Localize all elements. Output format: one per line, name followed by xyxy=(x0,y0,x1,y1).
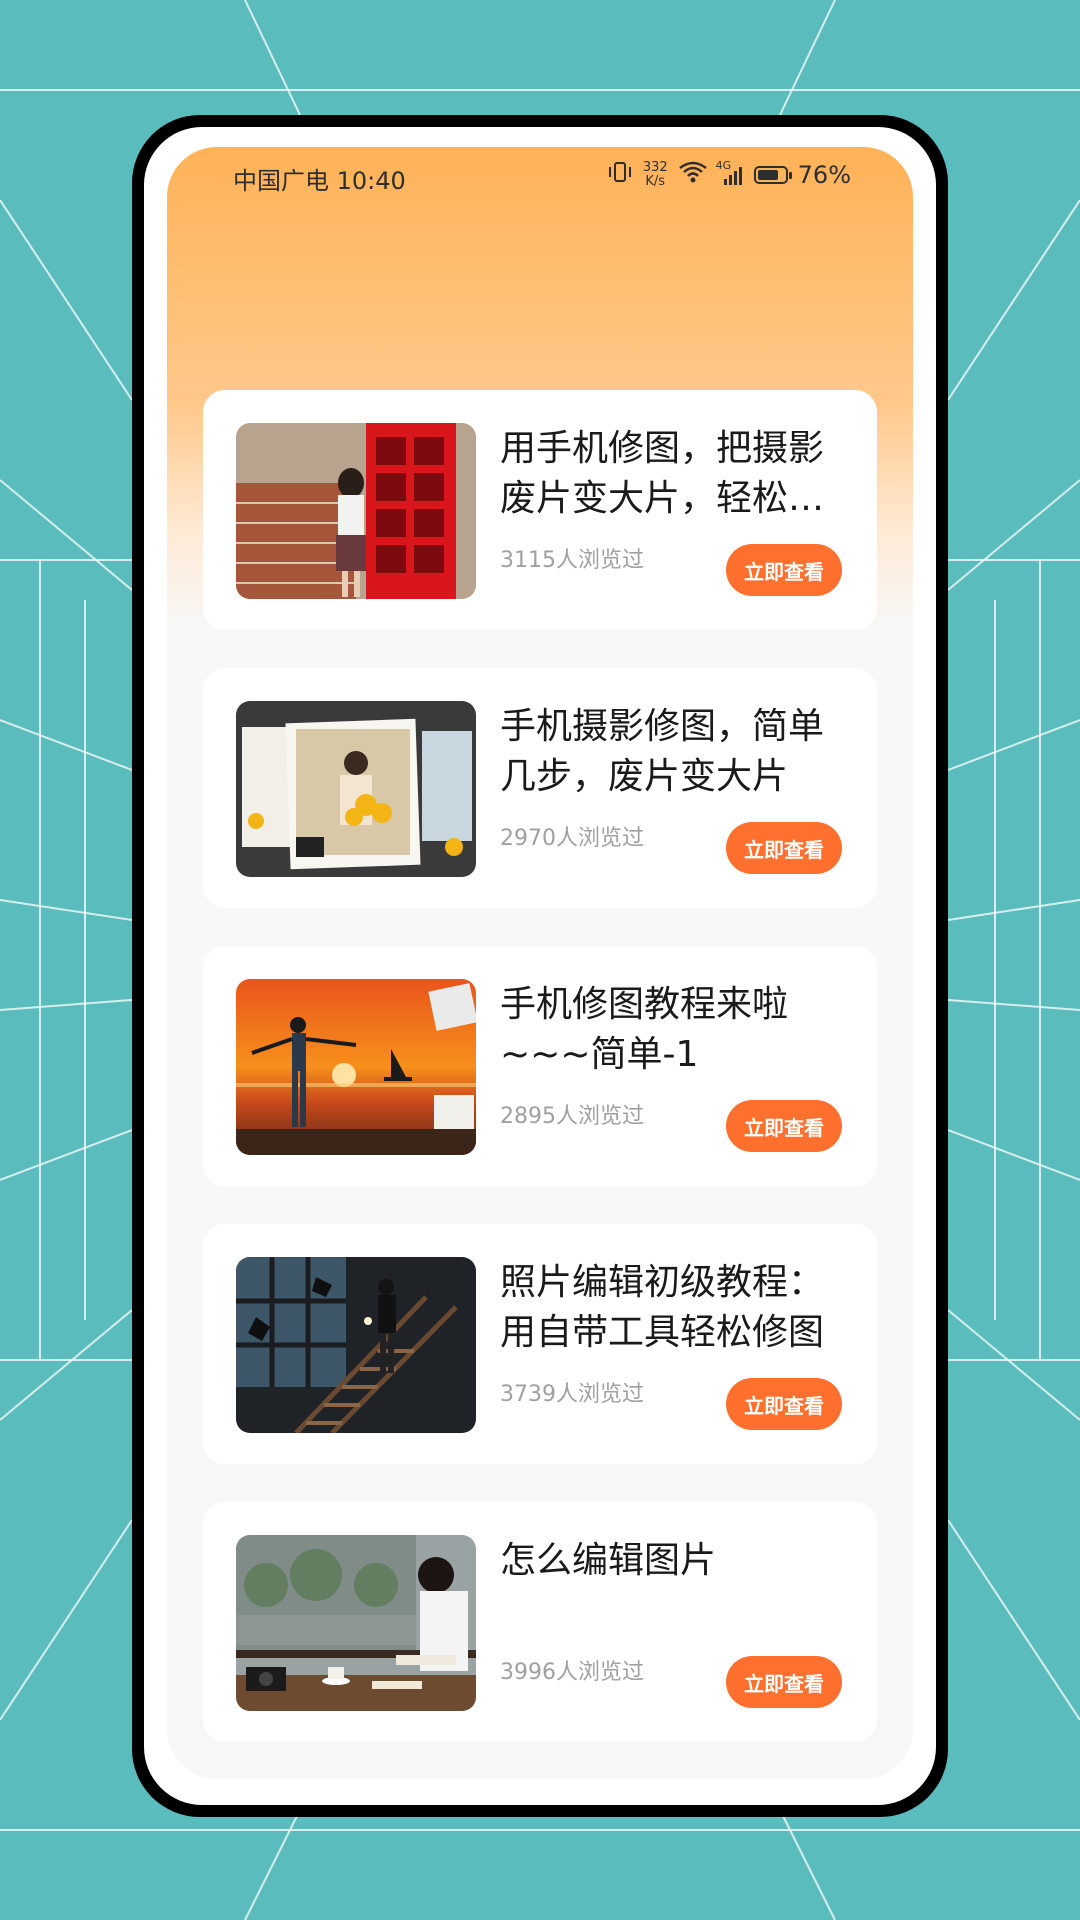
article-card[interactable]: 手机摄影修图，简单几步，废片变大片 2970人浏览过 立即查看 xyxy=(203,668,877,908)
article-title: 照片编辑初级教程：用自带工具轻松修图 xyxy=(500,1262,825,1353)
view-now-button[interactable]: 立即查看 xyxy=(726,544,842,596)
carrier-time: 中国广电 10:40 xyxy=(233,167,406,195)
view-now-button[interactable]: 立即查看 xyxy=(726,1100,842,1152)
net-speed-value: 332 xyxy=(642,160,668,175)
article-card[interactable]: 用手机修图，把摄影废片变大片，轻松修出高级感 3115人浏览过 立即查看 xyxy=(203,390,877,630)
article-title: 用手机修图，把摄影废片变大片，轻松修出高级感 xyxy=(500,428,825,519)
view-count: 3996人浏览过 xyxy=(500,1660,644,1685)
article-title: 怎么编辑图片 xyxy=(500,1540,717,1581)
view-count: 3739人浏览过 xyxy=(500,1382,644,1407)
view-now-button[interactable]: 立即查看 xyxy=(726,1378,842,1430)
article-thumbnail xyxy=(236,979,476,1155)
status-icons: 332 K/s 4G 76% xyxy=(607,159,851,191)
article-title: 手机修图教程来啦~~~简单-1 xyxy=(500,984,789,1075)
network-type: 4G xyxy=(715,159,732,172)
battery-percent: 76% xyxy=(797,161,851,189)
article-thumbnail xyxy=(236,1257,476,1433)
article-card[interactable]: 照片编辑初级教程：用自带工具轻松修图 3739人浏览过 立即查看 xyxy=(203,1224,877,1464)
view-count: 2895人浏览过 xyxy=(500,1104,644,1129)
article-thumbnail xyxy=(236,423,476,599)
status-bar: 中国广电 10:40 332 K/s 4G 76% xyxy=(167,147,913,207)
vibrate-icon xyxy=(607,159,633,191)
battery-fill xyxy=(757,170,778,180)
article-card[interactable]: 怎么编辑图片 3996人浏览过 立即查看 xyxy=(203,1502,877,1742)
signal-icon: 4G xyxy=(716,159,744,187)
net-speed: 332 K/s xyxy=(643,161,668,189)
article-title: 手机摄影修图，简单几步，废片变大片 xyxy=(500,706,825,797)
net-speed-unit: K/s xyxy=(645,174,666,189)
view-count: 2970人浏览过 xyxy=(500,826,644,851)
battery-icon xyxy=(753,166,792,184)
app-screen: 中国广电 10:40 332 K/s 4G 76% 用手机修图，把摄影废片变大片… xyxy=(167,147,913,1779)
article-thumbnail xyxy=(236,701,476,877)
article-card[interactable]: 手机修图教程来啦~~~简单-1 2895人浏览过 立即查看 xyxy=(203,946,877,1186)
view-now-button[interactable]: 立即查看 xyxy=(726,822,842,874)
wifi-icon xyxy=(678,160,708,190)
article-thumbnail xyxy=(236,1535,476,1711)
view-now-button[interactable]: 立即查看 xyxy=(726,1656,842,1708)
view-count: 3115人浏览过 xyxy=(500,548,644,573)
